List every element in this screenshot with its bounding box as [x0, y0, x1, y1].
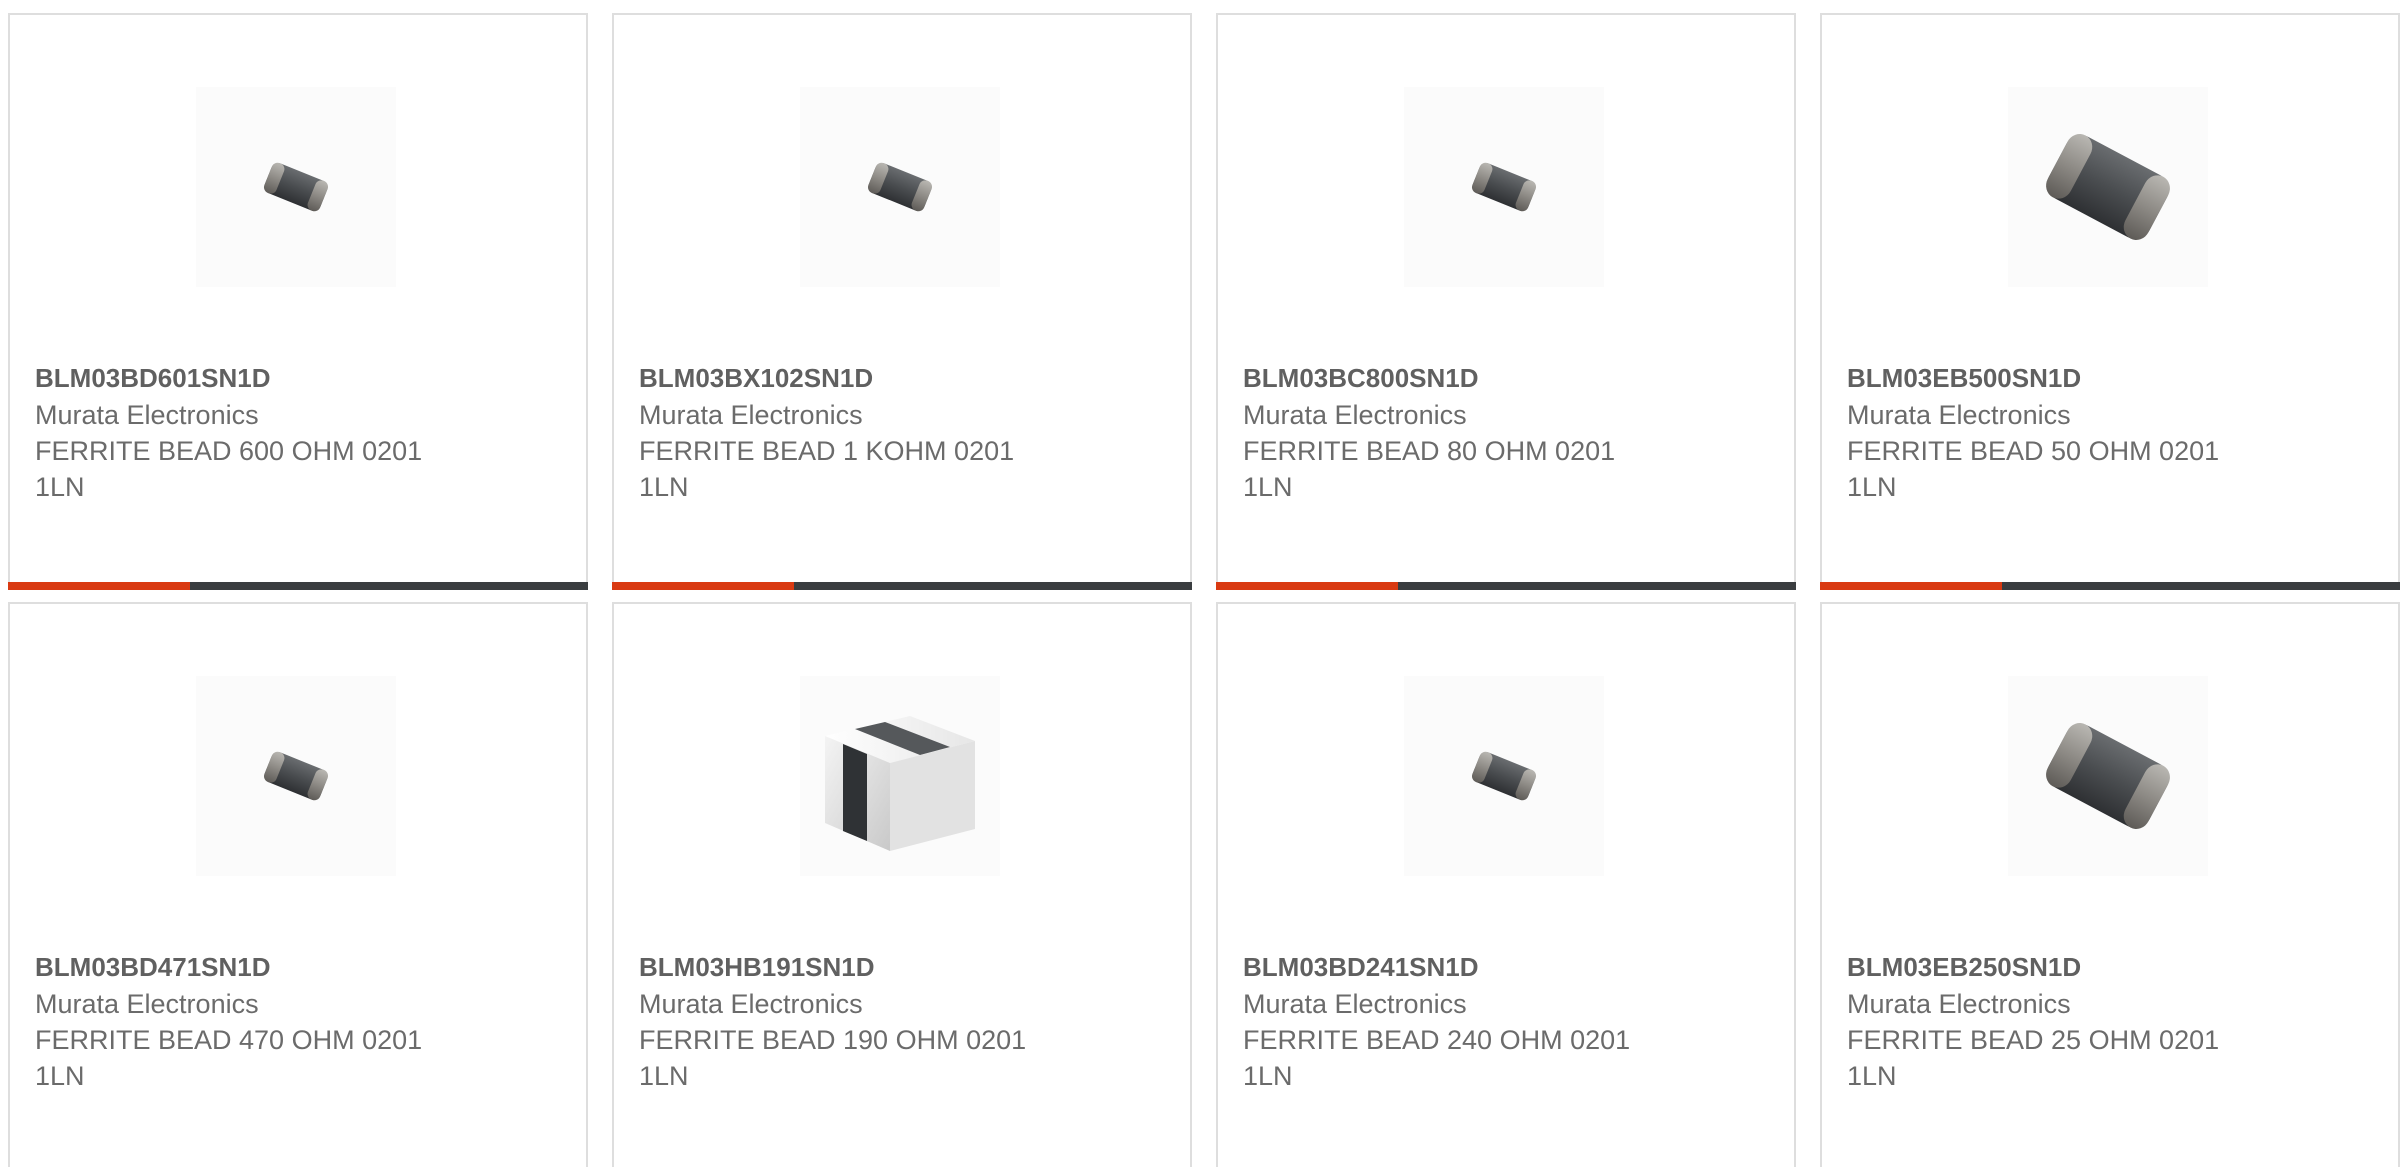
product-image[interactable] [196, 87, 396, 287]
part-number[interactable]: BLM03BD471SN1D [35, 948, 566, 986]
part-number[interactable]: BLM03BC800SN1D [1243, 359, 1774, 397]
card-accent-bar [612, 582, 794, 590]
description: FERRITE BEAD 50 OHM 0201 [1847, 436, 2220, 466]
description-continued: 1LN [35, 472, 85, 502]
ferrite-bead-large-icon [2033, 122, 2183, 252]
ferrite-bead-small-icon [256, 155, 336, 219]
card-accent-bar [1820, 582, 2002, 590]
part-number[interactable]: BLM03EB250SN1D [1847, 948, 2378, 986]
manufacturer: Murata Electronics [1243, 400, 1467, 430]
product-info: BLM03BX102SN1D Murata Electronics FERRIT… [639, 359, 1170, 505]
part-number[interactable]: BLM03BX102SN1D [639, 359, 1170, 397]
part-number[interactable]: BLM03BD601SN1D [35, 359, 566, 397]
part-number[interactable]: BLM03EB500SN1D [1847, 359, 2378, 397]
description: FERRITE BEAD 600 OHM 0201 [35, 436, 423, 466]
description-continued: 1LN [639, 472, 689, 502]
product-card[interactable]: BLM03BC800SN1D Murata Electronics FERRIT… [1216, 13, 1796, 590]
product-image[interactable] [2008, 87, 2208, 287]
product-info: BLM03BD601SN1D Murata Electronics FERRIT… [35, 359, 566, 505]
product-info: BLM03EB250SN1D Murata Electronics FERRIT… [1847, 948, 2378, 1094]
product-card[interactable]: BLM03EB250SN1D Murata Electronics FERRIT… [1820, 602, 2400, 1167]
product-info: BLM03HB191SN1D Murata Electronics FERRIT… [639, 948, 1170, 1094]
product-image[interactable] [800, 87, 1000, 287]
manufacturer: Murata Electronics [639, 989, 863, 1019]
product-card[interactable]: BLM03EB500SN1D Murata Electronics FERRIT… [1820, 13, 2400, 590]
card-bottom-bar [612, 582, 1192, 590]
description: FERRITE BEAD 80 OHM 0201 [1243, 436, 1616, 466]
description-continued: 1LN [35, 1061, 85, 1091]
ferrite-bead-small-icon [1464, 155, 1544, 219]
description-continued: 1LN [1847, 1061, 1897, 1091]
card-bottom-bar [8, 582, 588, 590]
description-continued: 1LN [1243, 472, 1293, 502]
manufacturer: Murata Electronics [1847, 400, 2071, 430]
description: FERRITE BEAD 1 KOHM 0201 [639, 436, 1015, 466]
description: FERRITE BEAD 470 OHM 0201 [35, 1025, 423, 1055]
product-card[interactable]: BLM03BD471SN1D Murata Electronics FERRIT… [8, 602, 588, 1167]
ferrite-bead-small-icon [860, 155, 940, 219]
manufacturer: Murata Electronics [1847, 989, 2071, 1019]
description-continued: 1LN [1847, 472, 1897, 502]
manufacturer: Murata Electronics [639, 400, 863, 430]
part-number[interactable]: BLM03BD241SN1D [1243, 948, 1774, 986]
ferrite-bead-small-icon [256, 744, 336, 808]
product-image[interactable] [1404, 676, 1604, 876]
product-image[interactable] [1404, 87, 1604, 287]
manufacturer: Murata Electronics [35, 400, 259, 430]
card-bottom-bar [1820, 582, 2400, 590]
product-image[interactable] [800, 676, 1000, 876]
description: FERRITE BEAD 240 OHM 0201 [1243, 1025, 1631, 1055]
description-continued: 1LN [639, 1061, 689, 1091]
product-card[interactable]: BLM03BD601SN1D Murata Electronics FERRIT… [8, 13, 588, 590]
manufacturer: Murata Electronics [35, 989, 259, 1019]
product-image[interactable] [196, 676, 396, 876]
product-grid: BLM03BD601SN1D Murata Electronics FERRIT… [8, 13, 2400, 1167]
card-bottom-bar [1216, 582, 1796, 590]
chip-block-icon [805, 691, 995, 861]
product-info: BLM03EB500SN1D Murata Electronics FERRIT… [1847, 359, 2378, 505]
manufacturer: Murata Electronics [1243, 989, 1467, 1019]
product-info: BLM03BC800SN1D Murata Electronics FERRIT… [1243, 359, 1774, 505]
part-number[interactable]: BLM03HB191SN1D [639, 948, 1170, 986]
product-info: BLM03BD241SN1D Murata Electronics FERRIT… [1243, 948, 1774, 1094]
product-info: BLM03BD471SN1D Murata Electronics FERRIT… [35, 948, 566, 1094]
card-accent-bar [8, 582, 190, 590]
ferrite-bead-large-icon [2033, 711, 2183, 841]
product-card[interactable]: BLM03HB191SN1D Murata Electronics FERRIT… [612, 602, 1192, 1167]
card-accent-bar [1216, 582, 1398, 590]
description: FERRITE BEAD 190 OHM 0201 [639, 1025, 1027, 1055]
description-continued: 1LN [1243, 1061, 1293, 1091]
product-card[interactable]: BLM03BD241SN1D Murata Electronics FERRIT… [1216, 602, 1796, 1167]
product-image[interactable] [2008, 676, 2208, 876]
description: FERRITE BEAD 25 OHM 0201 [1847, 1025, 2220, 1055]
ferrite-bead-small-icon [1464, 744, 1544, 808]
product-card[interactable]: BLM03BX102SN1D Murata Electronics FERRIT… [612, 13, 1192, 590]
